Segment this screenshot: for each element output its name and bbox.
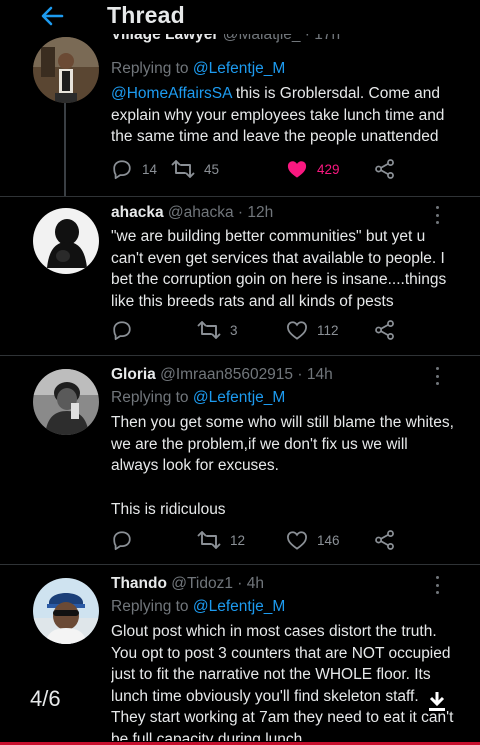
like-button[interactable]: 112 (286, 318, 339, 342)
text-mention[interactable]: @HomeAffairsSA (111, 85, 232, 102)
more-icon (435, 206, 439, 209)
reply-icon (113, 160, 131, 180)
share-icon (375, 159, 394, 179)
reply-icon (113, 531, 131, 551)
page-title: Thread (107, 2, 185, 28)
author-name[interactable]: Gloria (111, 366, 156, 383)
more-options-button[interactable] (430, 576, 444, 594)
like-icon (287, 161, 307, 178)
author-handle[interactable]: @ahacka · 12h (168, 204, 273, 221)
retweet-button[interactable]: 45 (171, 157, 219, 181)
tweet-author-line: Village Lawyer @Malatjie_ · 17h (111, 34, 340, 48)
top-app-bar: Thread (0, 0, 480, 34)
tweet-text: Then you get some who will still blame t… (111, 412, 456, 520)
download-button[interactable] (427, 690, 447, 712)
tweet-text-second-paragraph: This is ridiculous (111, 500, 226, 518)
like-button[interactable]: 146 (286, 528, 340, 552)
reply-button[interactable]: 14 (111, 157, 157, 181)
retweet-count: 12 (230, 532, 246, 548)
retweet-count: 45 (204, 161, 220, 177)
retweet-button[interactable]: 3 (197, 318, 238, 342)
author-handle[interactable]: @Imraan85602915 · 14h (160, 366, 333, 383)
share-icon (375, 320, 394, 340)
retweet-count: 3 (230, 322, 238, 338)
retweet-icon (171, 160, 195, 178)
more-options-button[interactable] (430, 367, 444, 385)
replying-to-mention[interactable]: @Lefentje_M (193, 389, 285, 406)
like-count: 146 (317, 532, 340, 548)
reply-button[interactable] (111, 528, 142, 552)
tweet-ahacka[interactable]: ahacka @ahacka · 12h "we are building be… (0, 197, 480, 355)
avatar[interactable] (33, 578, 99, 644)
reply-icon (113, 321, 131, 341)
tweet-actions: 12 146 (111, 528, 411, 552)
like-count: 112 (317, 322, 339, 338)
tweet-actions: 14 45 429 (111, 157, 411, 181)
like-count: 429 (317, 161, 340, 177)
author-name[interactable]: Village Lawyer (111, 34, 218, 43)
replying-to-mention[interactable]: @Lefentje_M (193, 598, 285, 615)
avatar[interactable] (33, 369, 99, 435)
media-page-indicator: 4/6 (30, 686, 61, 711)
download-icon (429, 692, 445, 711)
author-handle[interactable]: @Malatjie_ · 17h (223, 34, 340, 43)
like-button[interactable]: 429 (286, 157, 340, 181)
avatar[interactable] (33, 208, 99, 274)
replying-to: Replying to @Lefentje_M (111, 60, 286, 77)
tweet-text: "we are building better communities" but… (111, 228, 447, 310)
back-button[interactable] (38, 3, 66, 29)
author-name[interactable]: Thando (111, 575, 167, 592)
tweet-author-line: ahacka @ahacka · 12h (111, 204, 273, 222)
tweet-text: Glout post which in most cases distort t… (111, 623, 454, 741)
like-icon (287, 531, 307, 550)
tweet-author-line: Gloria @Imraan85602915 · 14h (111, 366, 333, 384)
replying-to: Replying to @Lefentje_M (111, 598, 286, 615)
share-button[interactable] (374, 528, 396, 552)
back-arrow-icon (41, 6, 64, 26)
reply-button[interactable] (111, 318, 142, 342)
thread-connector (64, 100, 66, 196)
tweet-thando[interactable]: Thando @Tidoz1 · 4h Replying to @Lefentj… (0, 565, 480, 742)
reply-count: 14 (142, 161, 158, 177)
author-handle[interactable]: @Tidoz1 · 4h (171, 575, 264, 592)
tweet-actions: 3 112 (111, 318, 411, 342)
tweet-gloria[interactable]: Gloria @Imraan85602915 · 14h Replying to… (0, 356, 480, 564)
more-icon (435, 367, 439, 370)
author-name[interactable]: ahacka (111, 204, 164, 221)
replying-to-mention[interactable]: @Lefentje_M (193, 60, 285, 77)
more-options-button[interactable] (430, 206, 444, 224)
avatar[interactable] (33, 37, 99, 103)
share-button[interactable] (374, 318, 396, 342)
tweet-text: @HomeAffairsSA this is Groblersdal. Come… (111, 85, 445, 145)
share-button[interactable] (374, 157, 396, 181)
more-icon (435, 576, 439, 579)
retweet-icon (197, 321, 221, 339)
retweet-icon (197, 531, 221, 549)
replying-to: Replying to @Lefentje_M (111, 389, 286, 406)
retweet-button[interactable]: 12 (197, 528, 245, 552)
like-icon (287, 321, 307, 340)
share-icon (375, 530, 394, 550)
tweet-author-line: Thando @Tidoz1 · 4h (111, 575, 264, 593)
